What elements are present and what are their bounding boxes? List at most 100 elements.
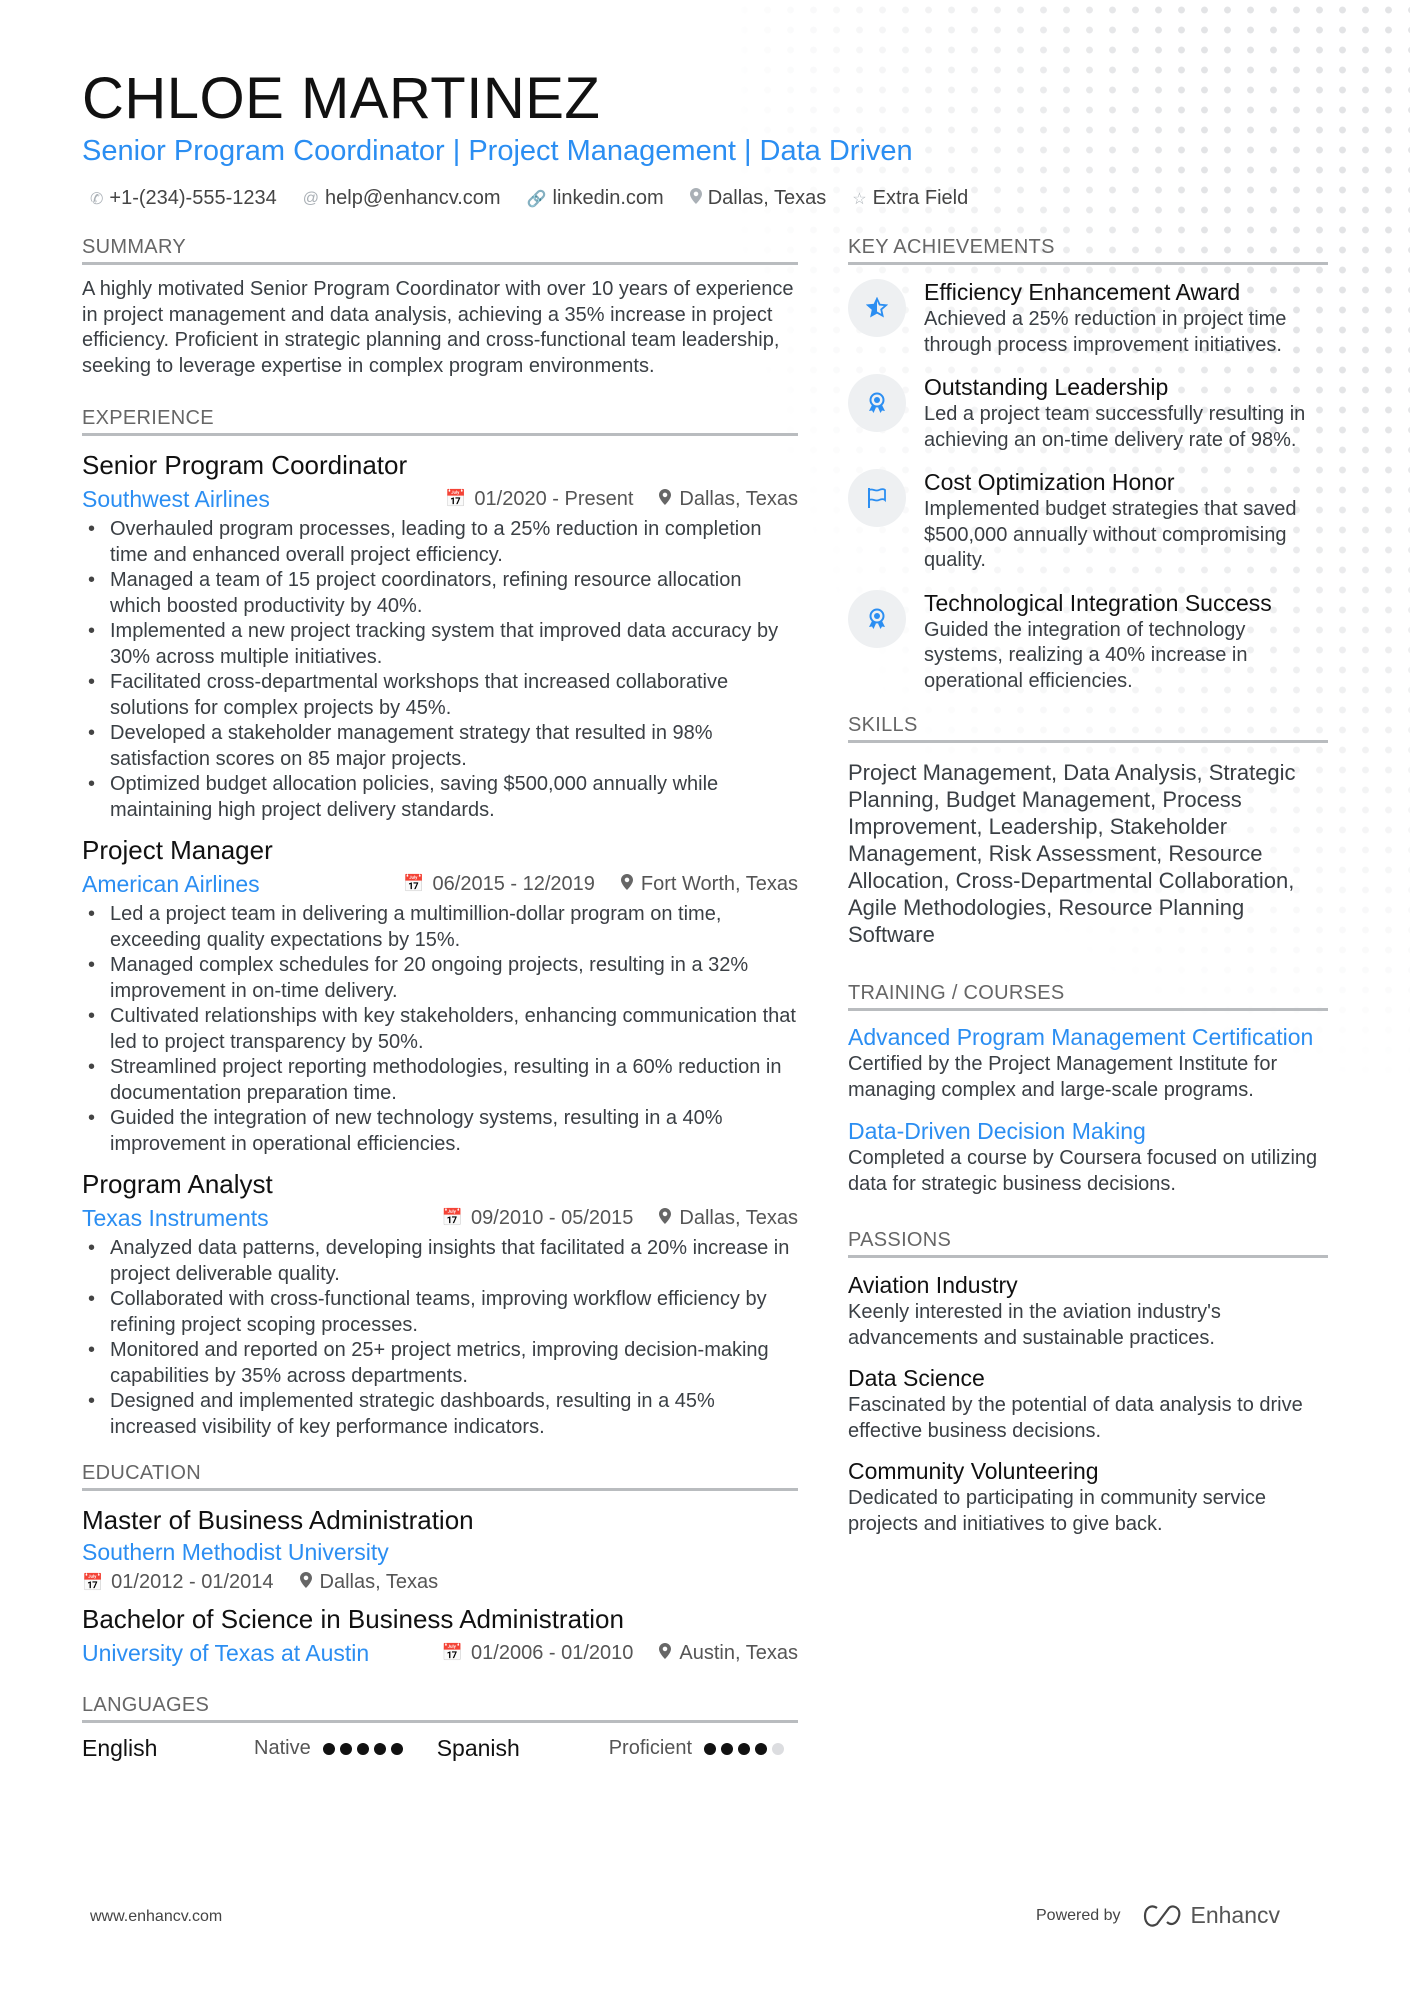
job-bullets: Overhauled program processes, leading to… bbox=[82, 517, 798, 823]
language-level: Proficient bbox=[608, 1737, 693, 1759]
contact-linkedin-text: linkedin.com bbox=[552, 187, 664, 209]
job-bullet: Overhauled program processes, leading to… bbox=[82, 517, 798, 568]
section-heading-experience: EXPERIENCE bbox=[82, 407, 798, 436]
achievement-desc: Achieved a 25% reduction in project time… bbox=[924, 308, 1287, 356]
achievement-item: Efficiency Enhancement Award Achieved a … bbox=[848, 277, 1328, 358]
contact-phone-text: +1-(234)-555-1234 bbox=[109, 187, 277, 209]
contact-extra-text: Extra Field bbox=[872, 187, 969, 209]
contact-extra: ☆ Extra Field bbox=[852, 187, 968, 210]
degree-title: Bachelor of Science in Business Administ… bbox=[82, 1604, 624, 1634]
job-title: Project Manager bbox=[82, 835, 273, 865]
summary-text: A highly motivated Senior Program Coordi… bbox=[82, 278, 794, 377]
section-heading-summary: SUMMARY bbox=[82, 236, 798, 265]
job-bullet: Guided the integration of new technology… bbox=[82, 1106, 798, 1157]
job-bullet: Analyzed data patterns, developing insig… bbox=[82, 1236, 798, 1287]
award-ribbon-icon bbox=[848, 374, 906, 432]
achievement-desc: Led a project team successfully resultin… bbox=[924, 403, 1306, 451]
experience-entry: Program Analyst Texas Instruments 📅 09/20… bbox=[82, 1167, 798, 1440]
section-heading-passions: PASSIONS bbox=[848, 1229, 1328, 1258]
education-entry: Master of Business Administration Southe… bbox=[82, 1503, 798, 1594]
experience-section: EXPERIENCE Senior Program Coordinator So… bbox=[82, 407, 798, 1440]
training-section: TRAINING / COURSES Advanced Program Mana… bbox=[848, 982, 1328, 1197]
job-title: Senior Program Coordinator bbox=[82, 450, 408, 480]
skills-text: Project Management, Data Analysis, Strat… bbox=[848, 760, 1296, 947]
achievement-title: Cost Optimization Honor bbox=[924, 469, 1175, 495]
passion-title: Aviation Industry bbox=[848, 1272, 1018, 1298]
school-name[interactable]: Southern Methodist University bbox=[82, 1537, 798, 1567]
contact-linkedin[interactable]: 🔗 linkedin.com bbox=[527, 187, 664, 210]
course-title[interactable]: Data-Driven Decision Making bbox=[848, 1117, 1328, 1146]
section-heading-languages: LANGUAGES bbox=[82, 1694, 798, 1723]
location-pin-icon bbox=[299, 1572, 312, 1593]
course-desc: Certified by the Project Management Inst… bbox=[848, 1053, 1278, 1101]
job-bullet: Managed a team of 15 project coordinator… bbox=[82, 568, 798, 619]
job-bullets: Led a project team in delivering a multi… bbox=[82, 902, 798, 1157]
flag-icon bbox=[848, 469, 906, 527]
job-title: Program Analyst bbox=[82, 1169, 273, 1199]
achievement-desc: Implemented budget strategies that saved… bbox=[924, 498, 1297, 571]
job-bullets: Analyzed data patterns, developing insig… bbox=[82, 1236, 798, 1440]
edu-dates: 01/2012 - 01/2014 bbox=[111, 1571, 274, 1593]
location-pin-icon bbox=[659, 488, 672, 510]
candidate-name: CHLOE MARTINEZ bbox=[82, 66, 601, 131]
passion-desc: Keenly interested in the aviation indust… bbox=[848, 1301, 1221, 1349]
section-heading-education: EDUCATION bbox=[82, 1462, 798, 1491]
passion-item: Aviation Industry Keenly interested in t… bbox=[848, 1270, 1328, 1351]
passion-title: Community Volunteering bbox=[848, 1458, 1099, 1484]
rating-dot-empty bbox=[772, 1742, 785, 1755]
contact-location-text: Dallas, Texas bbox=[707, 187, 827, 209]
languages-row: English Native Spanish Proficient bbox=[82, 1735, 798, 1762]
resume-page: CHLOE MARTINEZ Senior Program Coordinato… bbox=[0, 0, 1410, 1995]
edu-dates: 01/2006 - 01/2010 bbox=[471, 1641, 634, 1664]
left-column: SUMMARY A highly motivated Senior Progra… bbox=[82, 236, 798, 1762]
achievement-title: Outstanding Leadership bbox=[924, 374, 1169, 400]
company-name[interactable]: Southwest Airlines bbox=[82, 484, 270, 514]
language-rating-english bbox=[322, 1742, 403, 1755]
company-name[interactable]: American Airlines bbox=[82, 869, 260, 899]
contact-phone[interactable]: ✆ +1-(234)-555-1234 bbox=[90, 187, 277, 210]
job-bullet: Designed and implemented strategic dashb… bbox=[82, 1389, 798, 1440]
school-name[interactable]: University of Texas at Austin bbox=[82, 1638, 369, 1668]
language-name: English bbox=[82, 1735, 158, 1761]
job-dates: 09/2010 - 05/2015 bbox=[471, 1206, 634, 1229]
calendar-icon: 📅 bbox=[441, 1643, 464, 1662]
company-name[interactable]: Texas Instruments bbox=[82, 1203, 269, 1233]
achievements-section: KEY ACHIEVEMENTS Efficiency Enhancement … bbox=[848, 236, 1328, 694]
location-pin-icon bbox=[620, 873, 633, 895]
job-bullet: Monitored and reported on 25+ project me… bbox=[82, 1338, 798, 1389]
enhancv-logo-text: Enhancv bbox=[1190, 1902, 1281, 1928]
language-rating-spanish bbox=[704, 1742, 785, 1755]
location-pin-icon bbox=[659, 1207, 672, 1229]
rating-dot-filled bbox=[373, 1742, 386, 1755]
achievement-title: Efficiency Enhancement Award bbox=[924, 279, 1241, 305]
job-dates: 06/2015 - 12/2019 bbox=[432, 872, 595, 895]
job-bullet: Cultivated relationships with key stakeh… bbox=[82, 1004, 798, 1055]
degree-title: Master of Business Administration bbox=[82, 1505, 474, 1535]
rating-dot-filled bbox=[721, 1742, 734, 1755]
passion-item: Data Science Fascinated by the potential… bbox=[848, 1363, 1328, 1444]
course-item: Advanced Program Management Certificatio… bbox=[848, 1023, 1328, 1103]
rating-dot-filled bbox=[390, 1742, 403, 1755]
star-icon bbox=[848, 279, 906, 337]
enhancv-logo[interactable]: Enhancv bbox=[1143, 1902, 1281, 1929]
footer-website[interactable]: www.enhancv.com bbox=[90, 1908, 222, 1926]
job-bullet: Led a project team in delivering a multi… bbox=[82, 902, 798, 953]
achievement-desc: Guided the integration of technology sys… bbox=[924, 618, 1248, 692]
education-section: EDUCATION Master of Business Administrat… bbox=[82, 1462, 798, 1668]
course-item: Data-Driven Decision Making Completed a … bbox=[848, 1117, 1328, 1197]
calendar-icon: 📅 bbox=[441, 1208, 464, 1227]
edu-location: Dallas, Texas bbox=[319, 1571, 439, 1593]
footer-branding: Powered by Enhancv bbox=[1036, 1902, 1280, 1929]
calendar-icon: 📅 bbox=[82, 1572, 104, 1592]
candidate-headline: Senior Program Coordinator | Project Man… bbox=[82, 135, 913, 167]
job-bullet: Streamlined project reporting methodolog… bbox=[82, 1055, 798, 1106]
rating-dot-filled bbox=[738, 1742, 751, 1755]
course-title[interactable]: Advanced Program Management Certificatio… bbox=[848, 1023, 1328, 1052]
contact-email[interactable]: @ help@enhancv.com bbox=[303, 187, 501, 210]
section-heading-training: TRAINING / COURSES bbox=[848, 982, 1328, 1011]
contact-location: Dallas, Texas bbox=[689, 187, 827, 210]
passions-section: PASSIONS Aviation Industry Keenly intere… bbox=[848, 1229, 1328, 1537]
powered-by-label: Powered by bbox=[1036, 1906, 1121, 1924]
achievement-item: Technological Integration Success Guided… bbox=[848, 588, 1328, 695]
calendar-icon: 📅 bbox=[403, 874, 425, 893]
